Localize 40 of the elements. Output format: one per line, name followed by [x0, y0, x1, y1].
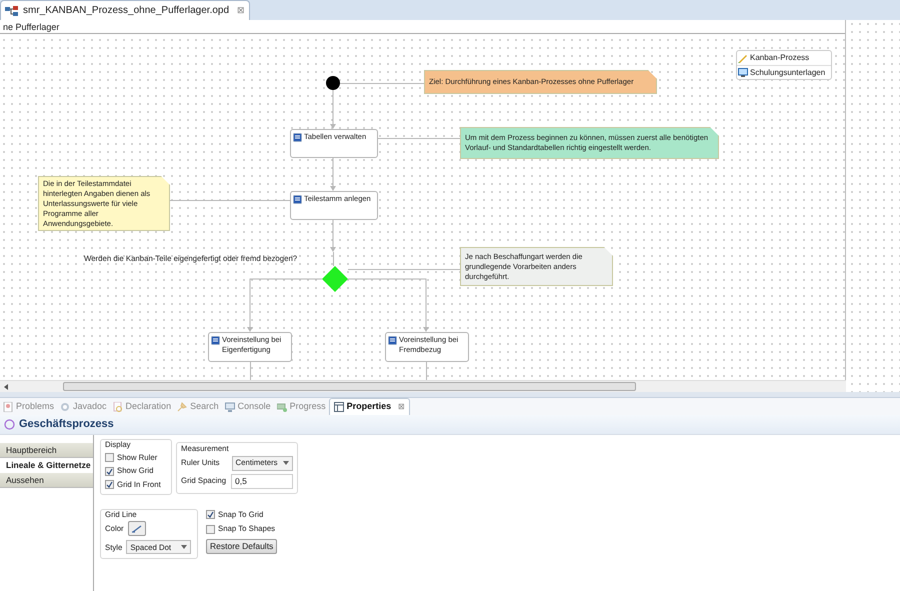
process-icon	[4, 419, 15, 430]
task-icon	[293, 195, 302, 204]
task-icon	[293, 133, 302, 142]
legend-item: Schulungsunterlagen	[750, 66, 826, 78]
problems-icon	[3, 402, 13, 412]
properties-title: Geschäftsprozess	[19, 417, 114, 432]
legend-item: Kanban-Prozess	[750, 52, 810, 64]
document-icon	[112, 402, 123, 412]
close-icon[interactable]: ⊠	[237, 4, 246, 18]
restore-defaults-button[interactable]: Restore Defaults	[206, 539, 278, 554]
checkbox[interactable]	[105, 466, 114, 476]
start-node	[326, 76, 340, 90]
pencil-icon	[738, 54, 748, 62]
section-tab[interactable]: Hauptbereich	[0, 443, 93, 458]
scrollbar-thumb[interactable]	[63, 382, 636, 391]
panel-tab[interactable]: Properties ⊠	[328, 398, 410, 415]
tab-title: smr_KANBAN_Prozess_ohne_Pufferlager.opd	[23, 4, 230, 18]
checkbox[interactable]	[206, 524, 215, 534]
checkbox[interactable]	[105, 480, 114, 490]
editor-tab[interactable]: smr_KANBAN_Prozess_ohne_Pufferlager.opd ⊠	[0, 0, 250, 20]
diagram-title: ne Pufferlager	[0, 20, 845, 34]
color-picker-button[interactable]	[128, 521, 146, 536]
checkbox[interactable]	[206, 510, 215, 520]
connector-line	[333, 252, 334, 266]
task-icon	[388, 336, 397, 345]
section-tab[interactable]: Aussehen	[0, 473, 93, 488]
decision-diamond	[322, 266, 348, 292]
grid-spacing-field[interactable]: 0,5	[231, 474, 293, 489]
dropdown-arrow-icon	[181, 545, 188, 550]
close-icon[interactable]: ⊠	[398, 401, 406, 413]
dropdown-arrow-icon	[283, 461, 289, 466]
table-icon	[334, 402, 344, 412]
diagram-icon	[5, 6, 19, 16]
horizontal-scrollbar[interactable]	[0, 380, 846, 392]
monitor-icon	[224, 402, 235, 412]
task-icon	[211, 336, 220, 345]
monitor-icon	[738, 68, 748, 77]
scroll-left-icon[interactable]	[4, 384, 9, 390]
checkmark-icon	[207, 511, 214, 518]
checkbox[interactable]	[105, 453, 114, 462]
